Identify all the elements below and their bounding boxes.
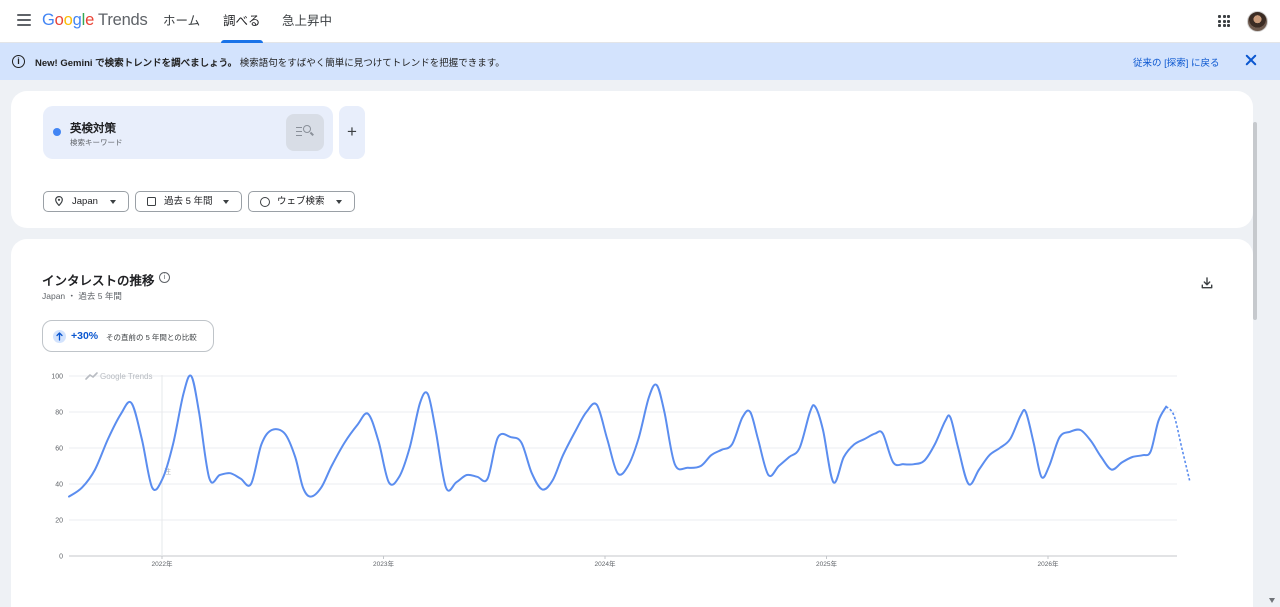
y-tick-label: 60 bbox=[55, 446, 63, 453]
y-tick-label: 80 bbox=[55, 410, 63, 417]
y-tick-label: 40 bbox=[55, 482, 63, 489]
series-partial-line bbox=[1165, 406, 1191, 481]
watermark-text: Google Trends bbox=[100, 372, 152, 381]
scroll-down-arrow[interactable] bbox=[1269, 598, 1275, 603]
x-tick-label: 2023年 bbox=[373, 559, 394, 568]
y-tick-label: 100 bbox=[51, 374, 63, 381]
y-tick-label: 0 bbox=[59, 554, 63, 561]
interest-line-chart: 100 80 60 40 20 0 2022年 2023年 2024年 2025年 2026年 G… bbox=[51, 372, 1191, 568]
scrollbar-thumb[interactable] bbox=[1253, 122, 1257, 320]
x-tick-label: 2024年 bbox=[595, 559, 616, 568]
y-tick-label: 20 bbox=[55, 518, 63, 525]
series-line bbox=[68, 374, 1168, 498]
x-tick-label: 2026年 bbox=[1038, 559, 1059, 568]
x-tick-label: 2022年 bbox=[152, 559, 173, 568]
x-tick-label: 2025年 bbox=[816, 559, 837, 568]
